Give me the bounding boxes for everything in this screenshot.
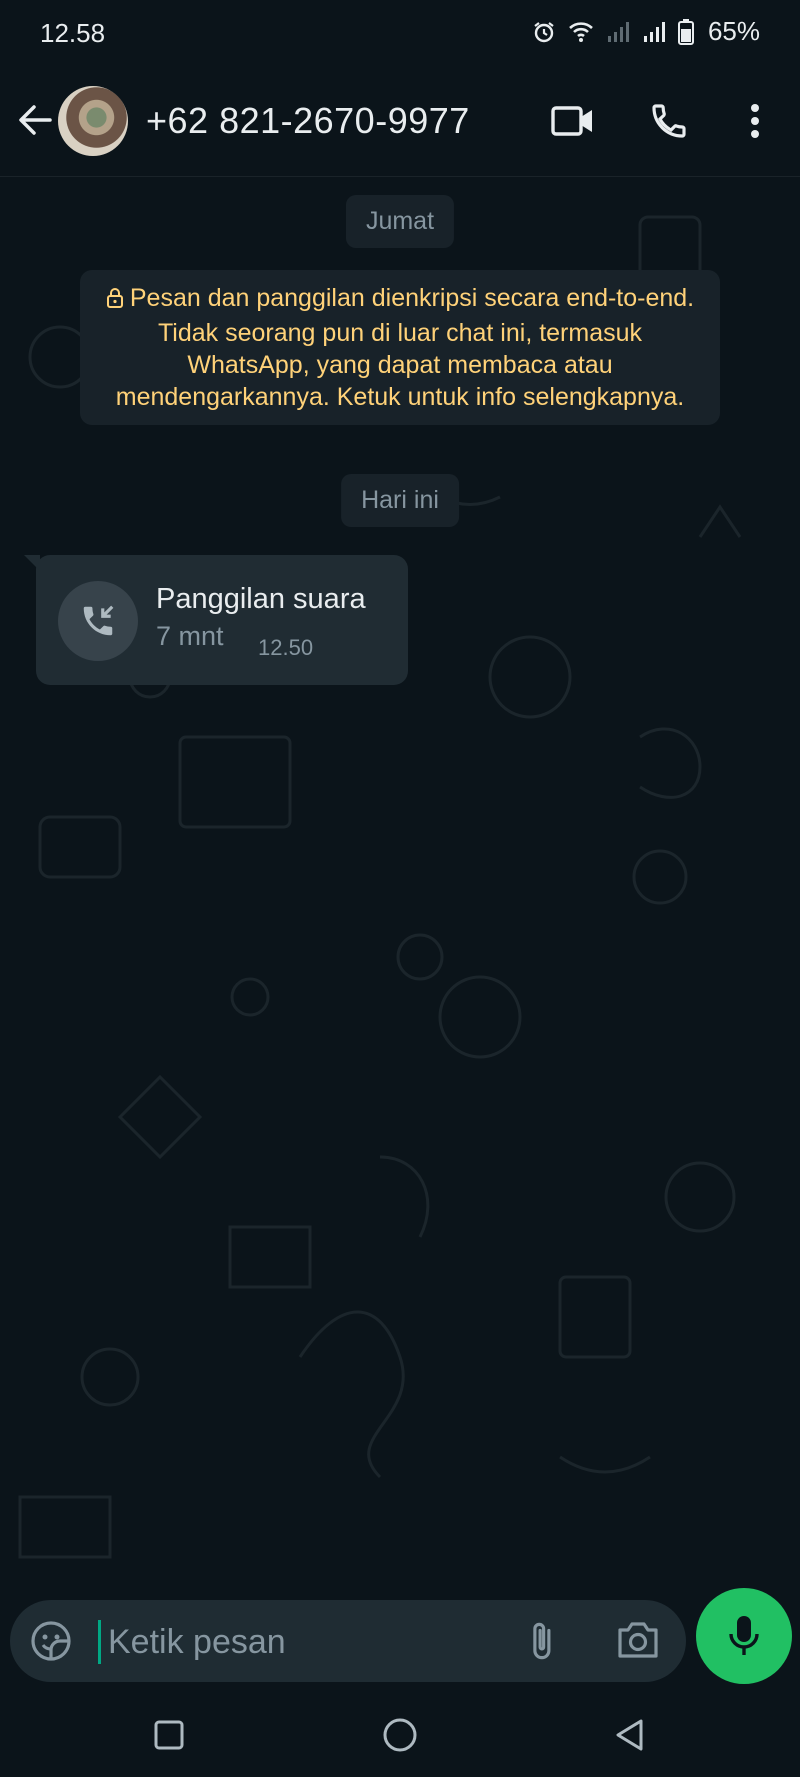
encryption-notice[interactable]: Pesan dan panggilan dienkripsi secara en…: [80, 270, 720, 425]
encryption-notice-text: Pesan dan panggilan dienkripsi secara en…: [115, 284, 695, 411]
battery-percentage: 65%: [707, 16, 760, 46]
chat-header: +62 821-2670-9977: [0, 66, 800, 177]
back-triangle-icon: [616, 1719, 643, 1751]
kebab-menu-icon: [751, 104, 759, 138]
alarm-icon: [532, 20, 556, 44]
recents-button[interactable]: [144, 1710, 194, 1760]
attach-button[interactable]: [520, 1620, 562, 1662]
paperclip-icon: [533, 1622, 551, 1660]
date-chip: Hari ini: [341, 474, 459, 527]
status-time: 12.58: [40, 18, 106, 48]
video-camera-icon: [551, 106, 592, 136]
video-call-button[interactable]: [548, 96, 598, 146]
voice-call-message[interactable]: Panggilan suara 7 mnt 12.50: [24, 555, 408, 685]
lock-icon: [106, 285, 124, 317]
bubble-tail: [24, 555, 40, 571]
signal-icon-sim2: [642, 21, 666, 43]
microphone-icon: [729, 1616, 759, 1655]
voice-call-button[interactable]: [644, 96, 694, 146]
call-icon-circle: [58, 581, 138, 661]
sticker-icon: [31, 1621, 71, 1661]
camera-icon: [618, 1622, 658, 1658]
chat-messages-area[interactable]: Jumat Pesan dan panggilan dienkripsi sec…: [0, 177, 800, 1587]
whatsapp-chat-screen: 12.58 65% +62 821-2670-9977 Jumat Pesan …: [0, 0, 800, 1777]
contact-avatar[interactable]: [58, 86, 128, 156]
system-back-button[interactable]: [605, 1710, 655, 1760]
contact-name[interactable]: +62 821-2670-9977: [146, 100, 470, 142]
battery-icon: [677, 18, 694, 45]
signal-icon-sim1: [606, 21, 630, 43]
more-options-button[interactable]: [730, 96, 780, 146]
sticker-emoji-button[interactable]: [30, 1620, 72, 1662]
message-composer: [10, 1600, 686, 1682]
wifi-icon: [568, 21, 594, 43]
call-title: Panggilan suara: [156, 583, 366, 615]
home-circle-icon: [383, 1718, 417, 1752]
call-duration: 7 mnt: [156, 621, 224, 651]
date-chip: Jumat: [345, 195, 455, 248]
back-arrow-icon: [19, 105, 52, 135]
phone-icon: [652, 104, 686, 138]
voice-message-button[interactable]: [696, 1588, 792, 1684]
home-button[interactable]: [375, 1710, 425, 1760]
message-timestamp: 12.50: [258, 635, 314, 660]
recents-square-icon: [154, 1720, 184, 1750]
system-navigation-bar: [0, 1692, 800, 1777]
back-button[interactable]: [14, 98, 58, 142]
camera-button[interactable]: [616, 1620, 660, 1662]
message-input[interactable]: [106, 1616, 520, 1668]
incoming-call-icon: [83, 605, 114, 636]
text-cursor: [98, 1620, 101, 1664]
status-icons: 65%: [532, 16, 760, 47]
status-bar: 12.58 65%: [0, 0, 800, 66]
